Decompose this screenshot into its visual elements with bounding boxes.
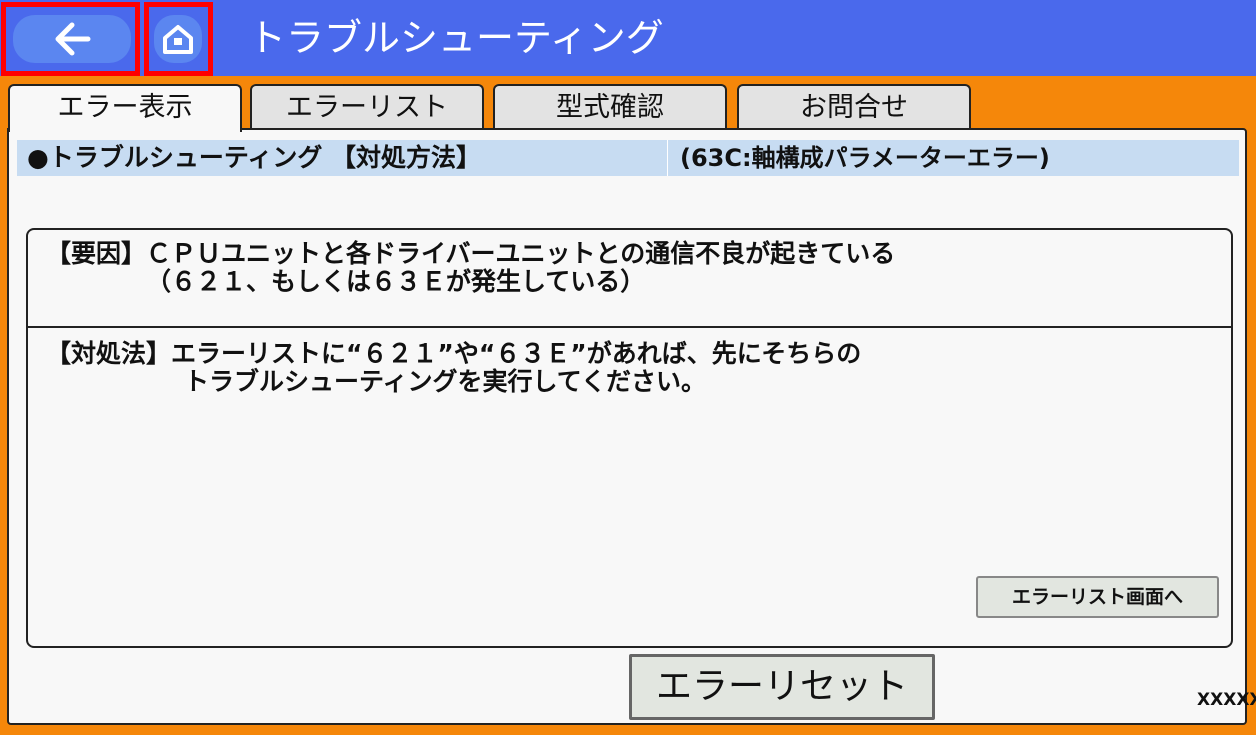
- cause-section: 【要因】ＣＰＵユニットと各ドライバーユニットとの通信不良が起きている （６２１、…: [28, 230, 1231, 326]
- error-list-screen-button[interactable]: エラーリスト画面へ: [976, 576, 1219, 618]
- info-bar: ●トラブルシューティング 【対処方法】 (63C:軸構成パラメーターエラー): [17, 140, 1239, 176]
- content-box: 【要因】ＣＰＵユニットと各ドライバーユニットとの通信不良が起きている （６２１、…: [26, 228, 1233, 648]
- section-divider: [28, 326, 1231, 328]
- page-title: トラブルシューティング: [248, 16, 664, 60]
- tab-error-list[interactable]: エラーリスト: [250, 84, 484, 130]
- cause-line-1: 【要因】ＣＰＵユニットと各ドライバーユニットとの通信不良が起きている: [46, 239, 896, 268]
- home-highlight-box: [144, 2, 213, 76]
- remedy-line-2: トラブルシューティングを実行してください。: [184, 367, 707, 396]
- error-code-label: (63C:軸構成パラメーターエラー): [667, 140, 1050, 176]
- main-panel: ●トラブルシューティング 【対処方法】 (63C:軸構成パラメーターエラー) 【…: [7, 128, 1256, 725]
- tab-model-check[interactable]: 型式確認: [493, 84, 727, 130]
- error-reset-button[interactable]: エラーリセット: [629, 654, 935, 720]
- tab-contact[interactable]: お問合せ: [737, 84, 971, 130]
- tab-error-display[interactable]: エラー表示: [8, 84, 242, 132]
- footer-code: XXXXX: [1197, 690, 1256, 710]
- cause-line-2: （６２１、もしくは６３Ｅが発生している）: [146, 267, 646, 296]
- remedy-line-1: 【対処法】エラーリストに“６２１”や“６３Ｅ”があれば、先にそちらの: [46, 339, 862, 368]
- header-bar: トラブルシューティング: [0, 0, 1256, 76]
- info-heading: ●トラブルシューティング 【対処方法】: [27, 143, 482, 172]
- back-highlight-box: [1, 2, 140, 76]
